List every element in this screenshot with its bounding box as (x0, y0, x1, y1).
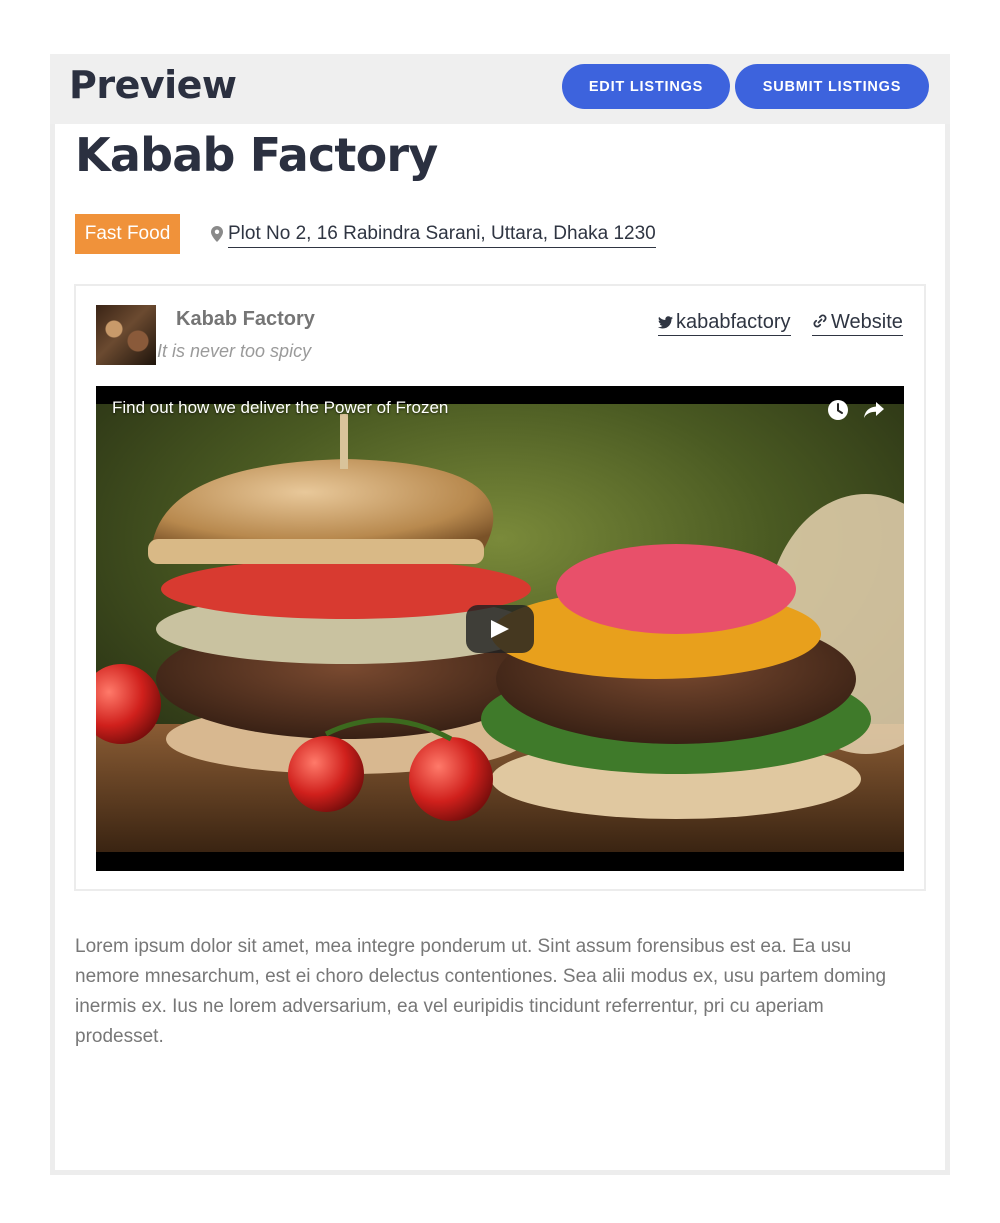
edit-listings-button[interactable]: EDIT LISTINGS (562, 64, 730, 109)
preview-title: Preview (69, 63, 237, 107)
twitter-link[interactable]: kababfactory (658, 310, 791, 336)
play-button[interactable] (466, 605, 534, 653)
twitter-handle: kababfactory (676, 311, 791, 333)
share-icon[interactable] (863, 400, 885, 420)
business-card: Kabab Factory It is never too spicy kaba… (74, 284, 926, 891)
link-icon (813, 314, 827, 328)
business-avatar (96, 305, 156, 365)
map-pin-icon (211, 226, 223, 242)
submit-listings-button[interactable]: SUBMIT LISTINGS (735, 64, 929, 109)
preview-header: Preview EDIT LISTINGS SUBMIT LISTINGS (50, 54, 950, 124)
play-icon (491, 620, 509, 638)
category-badge[interactable]: Fast Food (75, 214, 180, 254)
listing-description: Lorem ipsum dolor sit amet, mea integre … (75, 936, 887, 1047)
listing-panel: Kabab Factory Fast Food Plot No 2, 16 Ra… (55, 124, 945, 1170)
address-link[interactable]: Plot No 2, 16 Rabindra Sarani, Uttara, D… (228, 222, 656, 248)
listing-title: Kabab Factory (75, 128, 438, 182)
website-link[interactable]: Website (812, 310, 903, 336)
business-tagline: It is never too spicy (157, 341, 312, 361)
preview-frame: Preview EDIT LISTINGS SUBMIT LISTINGS Ka… (50, 54, 950, 1175)
business-name: Kabab Factory (176, 308, 315, 330)
website-label: Website (831, 311, 903, 333)
video-player[interactable]: Find out how we deliver the Power of Fro… (96, 386, 904, 871)
twitter-icon (658, 316, 673, 329)
watch-later-icon[interactable] (827, 399, 849, 421)
video-title: Find out how we deliver the Power of Fro… (112, 398, 449, 417)
